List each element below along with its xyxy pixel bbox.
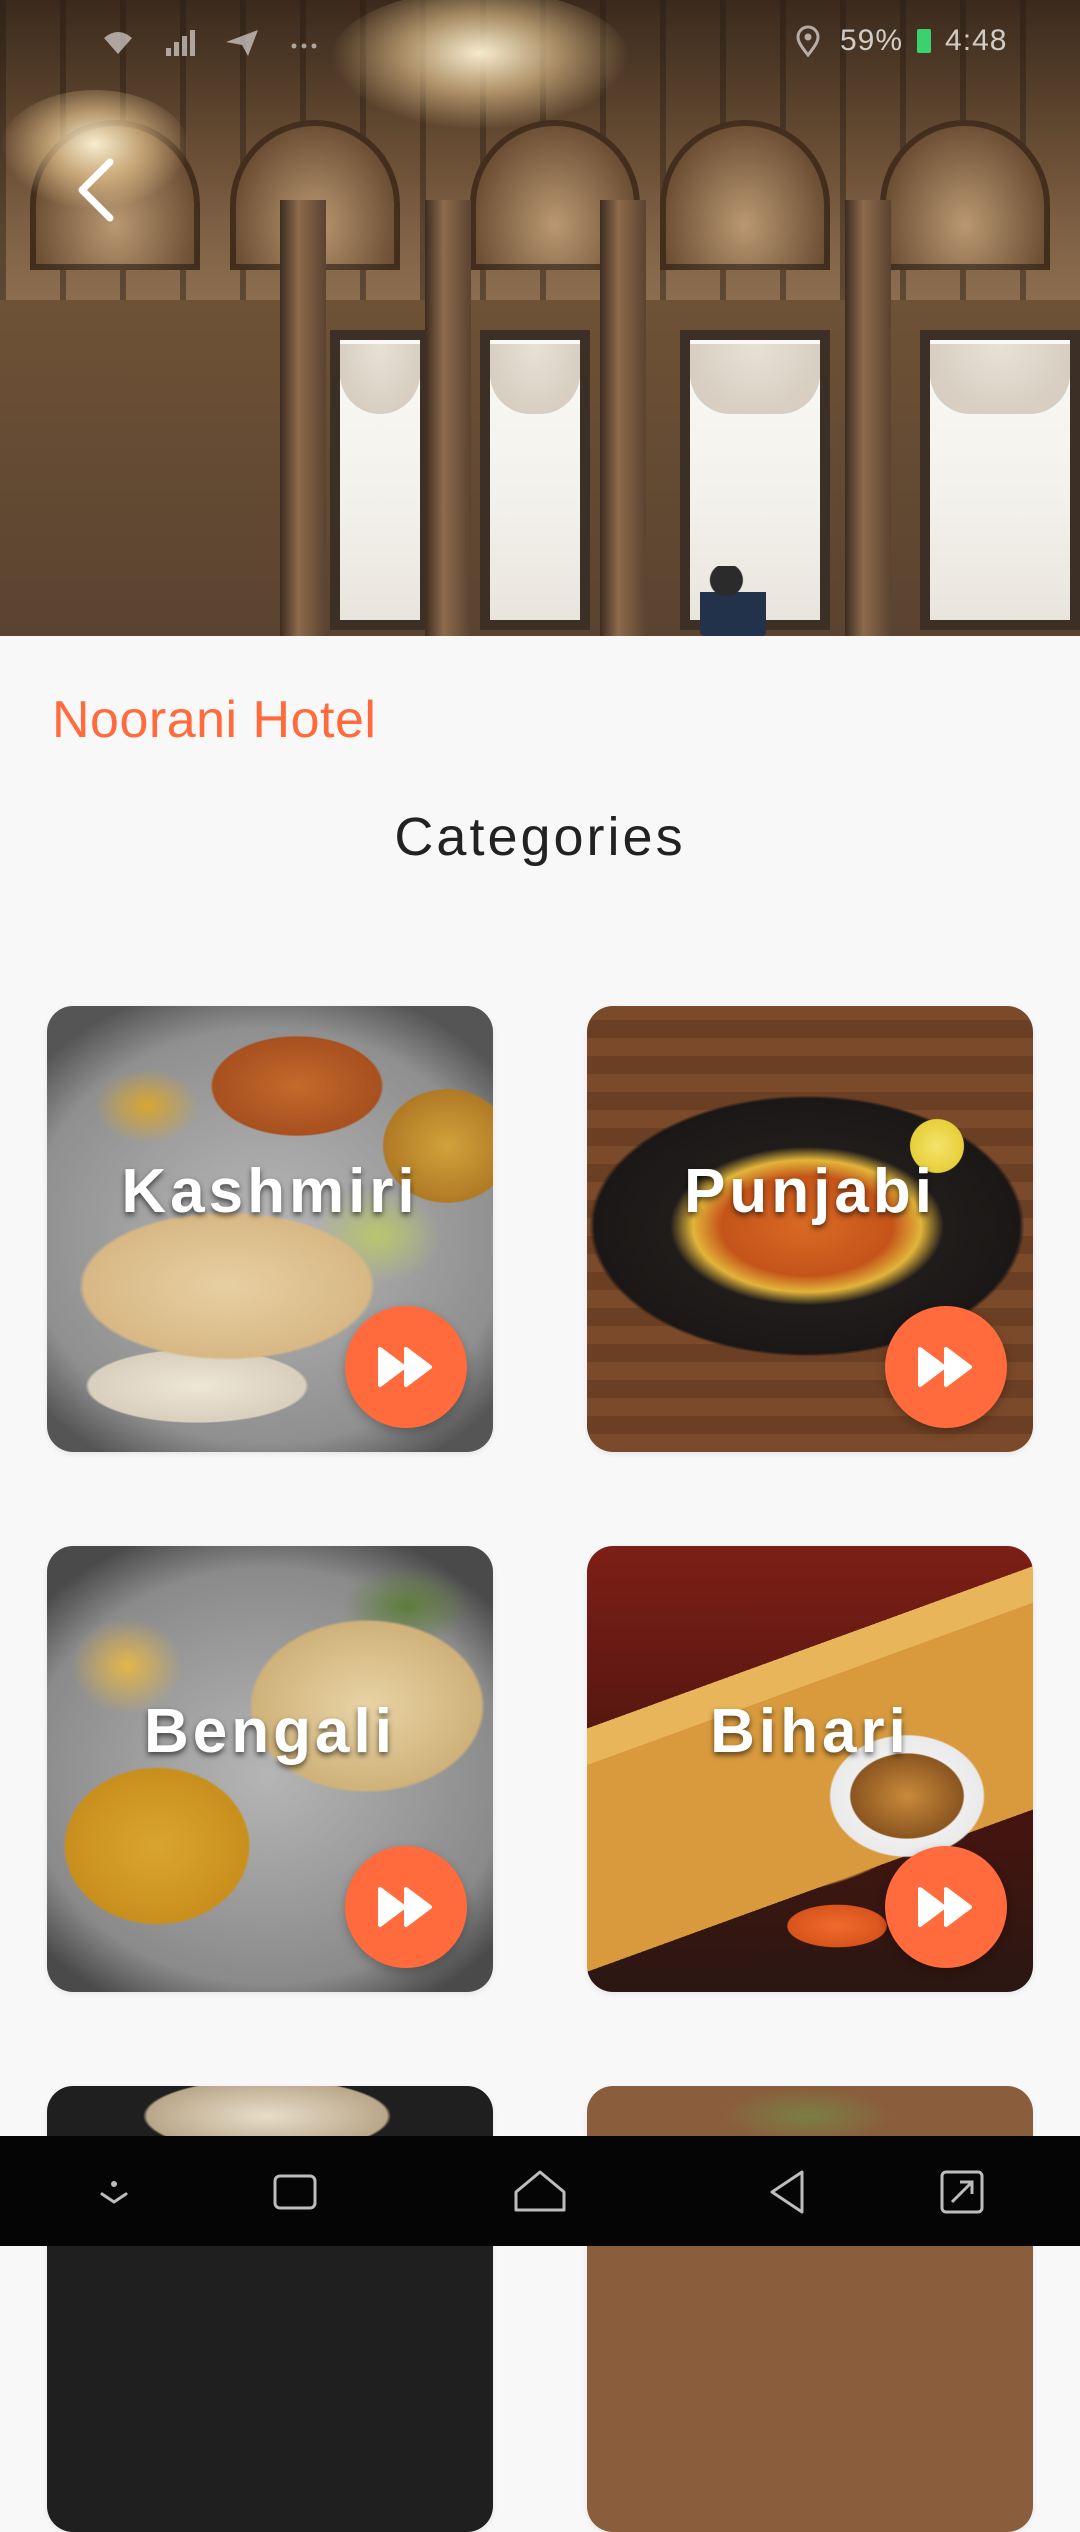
fast-forward-icon [378, 1887, 432, 1927]
back-button[interactable] [58, 150, 138, 230]
system-nav-bar [0, 2136, 1080, 2246]
expand-icon[interactable] [932, 2162, 992, 2222]
hero-pillar [845, 200, 891, 636]
home-icon[interactable] [510, 2162, 570, 2222]
hero-pillar [425, 200, 471, 636]
category-label: Bihari [710, 1697, 910, 1766]
back-icon[interactable] [758, 2162, 818, 2222]
open-category-button[interactable] [345, 1846, 467, 1968]
category-card-kashmiri[interactable]: Kashmiri [47, 1006, 493, 1452]
hotel-name: Noorani Hotel [52, 691, 377, 749]
recent-apps-icon[interactable] [265, 2162, 325, 2222]
wifi-icon [104, 32, 132, 54]
status-right: 59% 4:48 [790, 24, 1007, 58]
hero-window [920, 330, 1080, 630]
fast-forward-icon [918, 1887, 972, 1927]
hero-person [700, 566, 766, 636]
hero-window [480, 330, 590, 630]
location-icon [796, 25, 820, 57]
open-category-button[interactable] [885, 1846, 1007, 1968]
hero-pillar [280, 200, 326, 636]
category-label: Bengali [144, 1697, 396, 1766]
clock: 4:48 [945, 24, 1008, 57]
category-card-bihari[interactable]: Bihari [587, 1546, 1033, 1992]
battery-percent: 59% [840, 24, 904, 57]
send-icon [226, 30, 258, 56]
battery-icon [917, 29, 932, 53]
section-title: Categories [394, 807, 686, 867]
down-arrow-icon[interactable] [84, 2162, 144, 2222]
fast-forward-icon [378, 1347, 432, 1387]
chevron-left-icon [78, 158, 114, 222]
fast-forward-icon [918, 1347, 972, 1387]
open-category-button[interactable] [345, 1306, 467, 1428]
hero-window [330, 330, 430, 630]
hotel-hero-image [0, 0, 1080, 636]
category-card-punjabi[interactable]: Punjabi [587, 1006, 1033, 1452]
hero-pillar [600, 200, 646, 636]
status-bar: 59% 4:48 [0, 0, 1080, 86]
category-label: Punjabi [684, 1157, 936, 1226]
more-icon [291, 43, 317, 49]
status-left-icons [100, 26, 322, 58]
signal-icon [166, 30, 195, 56]
category-label: Kashmiri [121, 1157, 419, 1226]
category-card-bengali[interactable]: Bengali [47, 1546, 493, 1992]
open-category-button[interactable] [885, 1306, 1007, 1428]
